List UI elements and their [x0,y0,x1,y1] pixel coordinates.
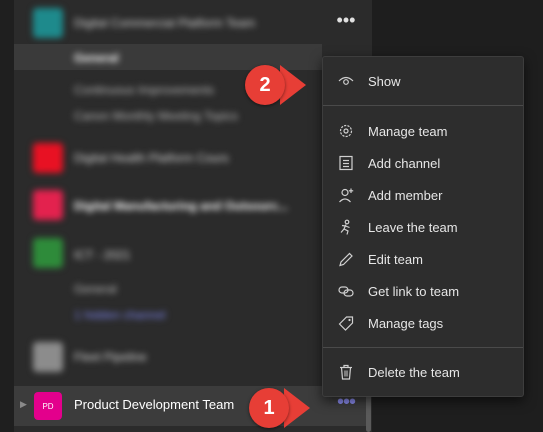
link-icon [337,283,355,299]
menu-item-manage-team[interactable]: Manage team [323,115,523,147]
menu-item-label: Get link to team [368,284,460,299]
more-options-icon[interactable]: ••• [336,11,356,33]
menu-item-manage-tags[interactable]: Manage tags [323,307,523,339]
team-avatar[interactable] [33,342,63,372]
menu-item-get-link[interactable]: Get link to team [323,275,523,307]
team-name[interactable]: ICT - 2021 [74,248,130,262]
menu-item-label: Manage team [368,124,448,139]
menu-divider [323,347,523,348]
team-avatar[interactable] [33,190,63,220]
menu-item-label: Delete the team [368,365,460,380]
menu-item-add-member[interactable]: Add member [323,179,523,211]
left-gutter [0,0,14,432]
team-avatar[interactable] [33,143,63,173]
gear-icon [337,123,355,139]
channel-icon [337,155,355,171]
leave-icon [337,219,355,235]
team-name[interactable]: Product Development Team [74,397,234,412]
team-name[interactable]: Fleet Pipeline [74,350,147,364]
team-avatar[interactable]: PD [34,392,62,420]
add-person-icon [337,187,355,203]
menu-item-delete-team[interactable]: Delete the team [323,356,523,388]
menu-item-leave-team[interactable]: Leave the team [323,211,523,243]
menu-item-label: Manage tags [368,316,444,331]
team-name[interactable]: Digital Commercial Platform Team [74,16,255,30]
team-name[interactable]: Digital Manufacturing and Outsourc... [74,199,288,213]
more-options-icon[interactable]: ••• [334,392,358,416]
eye-icon [337,73,355,89]
menu-item-edit-team[interactable]: Edit team [323,243,523,275]
pencil-icon [337,251,355,267]
menu-item-label: Show [368,74,401,89]
team-context-menu: Show Manage team Add channel Add member … [322,56,524,397]
team-avatar[interactable] [33,8,63,38]
tag-icon [337,315,355,331]
callout-badge: 2 [245,65,285,105]
menu-item-add-channel[interactable]: Add channel [323,147,523,179]
menu-divider [323,105,523,106]
chevron-right-icon[interactable]: ▶ [20,399,27,410]
selected-channel-highlight [14,44,322,70]
menu-item-label: Leave the team [368,220,458,235]
team-avatar[interactable] [33,238,63,268]
menu-item-show[interactable]: Show [323,65,523,97]
trash-icon [337,364,355,380]
channel-item[interactable]: Canon Monthly Meeting Topics [74,109,238,123]
team-name[interactable]: Digital Health Platform Cours [74,151,229,165]
menu-item-label: Add channel [368,156,441,171]
menu-item-label: Add member [368,188,443,203]
hidden-channels-link[interactable]: 1 hidden channel [74,308,165,322]
channel-item[interactable]: Continuous Improvements [74,83,214,97]
menu-item-label: Edit team [368,252,423,267]
channel-item[interactable]: General [74,51,119,65]
channel-item[interactable]: General [74,282,117,296]
callout-badge: 1 [249,388,289,428]
